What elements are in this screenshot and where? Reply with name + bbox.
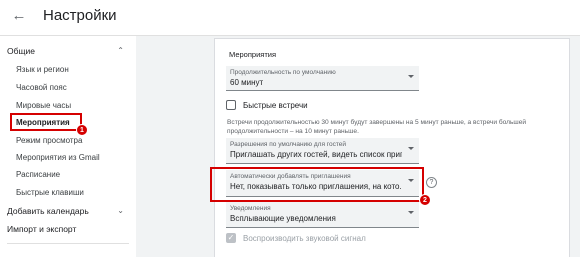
sound-label: Воспроизводить звуковой сигнал: [243, 234, 366, 243]
sidebar-group-label: Общие: [7, 46, 35, 56]
sidebar-item-shortcuts[interactable]: Быстрые клавиши: [16, 188, 132, 197]
sidebar-item-world-clock[interactable]: Мировые часы: [16, 101, 132, 110]
sidebar-item-gmail-events[interactable]: Мероприятия из Gmail: [16, 153, 132, 162]
app-header: ← Настройки: [0, 0, 580, 36]
chevron-down-icon: ⌄: [117, 206, 124, 215]
sidebar-group-general[interactable]: Общие ⌃: [7, 46, 132, 56]
select-label: Продолжительность по умолчанию: [230, 69, 336, 76]
notifications-select[interactable]: Уведомления Всплывающие уведомления: [226, 202, 419, 228]
step-badge-2: 2: [419, 194, 431, 206]
select-value: 60 минут: [230, 78, 264, 87]
page-title: Настройки: [43, 7, 117, 24]
sidebar-item-language[interactable]: Язык и регион: [16, 65, 132, 74]
dropdown-arrow-icon: [408, 211, 414, 214]
default-duration-select[interactable]: Продолжительность по умолчанию 60 минут: [226, 66, 419, 91]
sidebar-group-add-calendar[interactable]: Добавить календарь ⌄: [7, 206, 132, 216]
sidebar-item-import-export[interactable]: Импорт и экспорт: [7, 224, 132, 234]
auto-add-highlight: [210, 167, 424, 202]
select-value: Приглашать других гостей, видеть список …: [230, 150, 402, 159]
sound-checkbox: ✓: [226, 233, 236, 243]
select-label: Уведомления: [230, 205, 271, 212]
sidebar-item-timezone[interactable]: Часовой пояс: [16, 83, 132, 92]
quick-meetings-checkbox[interactable]: [226, 100, 236, 110]
section-title: Мероприятия: [229, 50, 277, 59]
selected-item-highlight: [10, 113, 82, 131]
quick-meetings-label: Быстрые встречи: [243, 101, 308, 110]
dropdown-arrow-icon: [408, 75, 414, 78]
back-arrow-icon[interactable]: ←: [10, 7, 28, 25]
help-icon[interactable]: ?: [426, 177, 437, 188]
sidebar-item-schedule[interactable]: Расписание: [16, 170, 132, 179]
guest-permissions-select[interactable]: Разрешения по умолчанию для гостей Пригл…: [226, 138, 419, 164]
quick-meetings-description: Встречи продолжительностью 30 минут буду…: [227, 119, 527, 135]
select-value: Всплывающие уведомления: [230, 214, 336, 223]
select-label: Разрешения по умолчанию для гостей: [230, 141, 347, 148]
sidebar-divider: [7, 243, 129, 244]
step-badge-1: 1: [76, 124, 88, 136]
sidebar-group-label: Добавить календарь: [7, 206, 89, 216]
chevron-up-icon: ⌃: [117, 46, 124, 55]
dropdown-arrow-icon: [408, 147, 414, 150]
sidebar-item-view-mode[interactable]: Режим просмотра: [16, 136, 132, 145]
